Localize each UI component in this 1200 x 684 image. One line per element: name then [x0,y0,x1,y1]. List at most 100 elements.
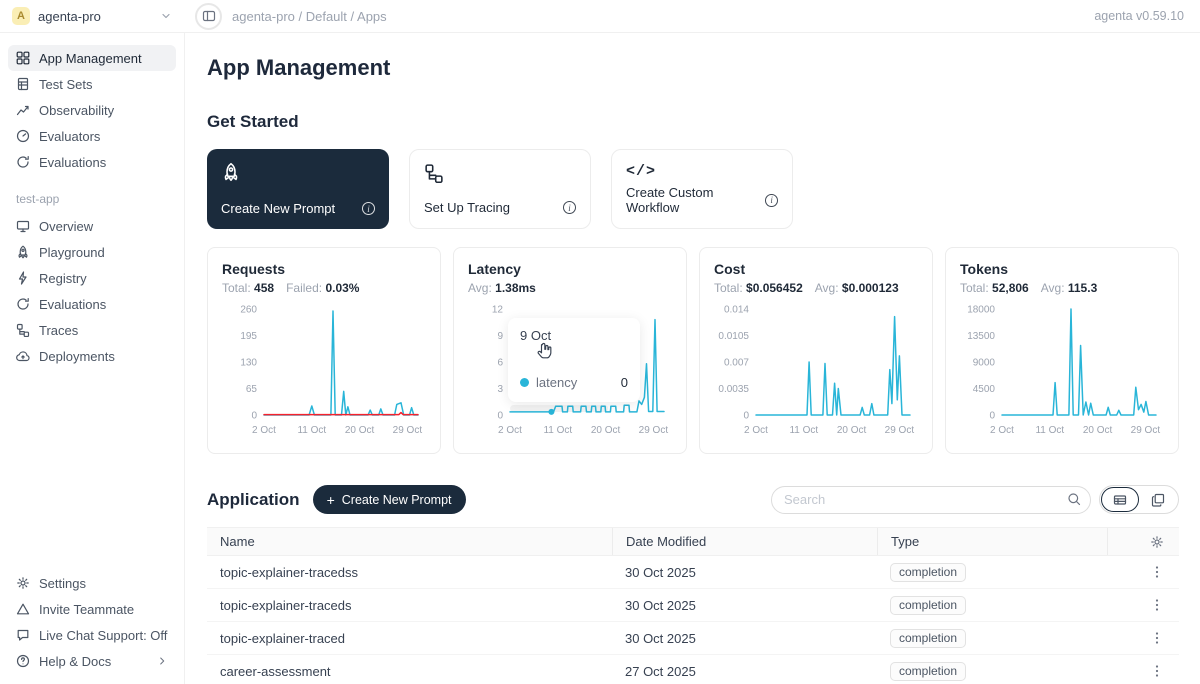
page-title: App Management [207,55,1179,81]
sidebar-item-test-sets[interactable]: Test Sets [8,71,176,97]
application-heading: Application [207,490,300,510]
create-new-prompt-button[interactable]: + Create New Prompt [313,485,466,514]
sidebar-item-live-chat-support-off[interactable]: Live Chat Support: Off [8,622,176,648]
stat-card-title: Requests [222,261,426,277]
svg-text:130: 130 [240,358,257,369]
main-content: App Management Get Started Create New Pr… [185,33,1200,684]
sidebar-item-registry[interactable]: Registry [8,265,176,291]
sidebar-item-invite-teammate[interactable]: Invite Teammate [8,596,176,622]
svg-text:9000: 9000 [973,358,996,369]
row-menu-button[interactable] [1148,629,1166,647]
svg-text:29 Oct: 29 Oct [1131,425,1161,436]
svg-text:65: 65 [246,384,258,395]
bolt-icon [16,271,30,285]
svg-text:29 Oct: 29 Oct [885,425,915,436]
refresh-icon [16,297,30,311]
sidebar-bottom-nav: SettingsInvite TeammateLive Chat Support… [8,570,176,674]
svg-text:2 Oct: 2 Oct [498,425,522,436]
app-version: agenta v0.59.10 [1094,9,1184,23]
gear-icon [1150,535,1164,549]
column-header-name[interactable]: Name [207,528,612,555]
sidebar-item-observability[interactable]: Observability [8,97,176,123]
get-started-create-new-prompt[interactable]: Create New Prompti [207,149,389,229]
tooltip-value: 0 [621,375,628,390]
tree-icon [424,163,576,183]
svg-text:20 Oct: 20 Oct [345,425,375,436]
tree-icon [16,323,30,337]
sidebar-toggle-button[interactable] [195,3,222,30]
sidebar-item-evaluators[interactable]: Evaluators [8,123,176,149]
stat-card-title: Latency [468,261,672,277]
row-menu-button[interactable] [1148,662,1166,680]
sidebar-item-playground[interactable]: Playground [8,239,176,265]
panel-left-icon [202,9,216,23]
rocket-icon [16,245,30,259]
table-view-icon [1113,493,1127,507]
row-menu-button[interactable] [1148,563,1166,581]
invite-icon [16,602,30,616]
table-row[interactable]: topic-explainer-traceds30 Oct 2025comple… [207,589,1179,622]
svg-text:29 Oct: 29 Oct [393,425,423,436]
svg-text:0: 0 [743,411,749,422]
svg-text:2 Oct: 2 Oct [744,425,768,436]
svg-text:20 Oct: 20 Oct [837,425,867,436]
app-name: career-assessment [207,664,612,679]
type-badge: completion [890,563,966,582]
sidebar-main-nav: App ManagementTest SetsObservabilityEval… [8,45,176,175]
refresh-icon [16,155,30,169]
gear-icon [16,576,30,590]
svg-text:18000: 18000 [967,305,995,316]
sidebar-item-help-docs[interactable]: Help & Docs [8,648,176,674]
search-box [771,486,1091,514]
app-date-modified: 30 Oct 2025 [612,631,877,646]
sidebar-project-label: test-app [16,192,176,206]
monitor-icon [16,219,30,233]
card-view-button[interactable] [1139,487,1177,512]
chart-tooltip: 9 Octlatency0 [508,318,640,402]
plus-icon: + [327,493,335,507]
workspace-selector[interactable]: A agenta-pro [0,7,185,25]
table-row[interactable]: career-assessment27 Oct 2025completion [207,655,1179,684]
get-started-create-custom-workflow[interactable]: </>Create Custom Workflowi [611,149,793,229]
svg-text:0.0035: 0.0035 [718,384,749,395]
get-started-heading: Get Started [207,112,1179,132]
stat-card-latency: LatencyAvg: 1.38ms0369122 Oct11 Oct20 Oc… [453,247,687,454]
svg-text:3: 3 [497,384,503,395]
applications-table: Name Date Modified Type topic-explainer-… [207,527,1179,684]
sidebar-item-traces[interactable]: Traces [8,317,176,343]
row-menu-button[interactable] [1148,596,1166,614]
type-badge: completion [890,629,966,648]
app-date-modified: 30 Oct 2025 [612,598,877,613]
svg-text:0: 0 [989,411,995,422]
table-row[interactable]: topic-explainer-traced30 Oct 2025complet… [207,622,1179,655]
sidebar-item-evaluations[interactable]: Evaluations [8,291,176,317]
sidebar-project-nav: OverviewPlaygroundRegistryEvaluationsTra… [8,213,176,369]
app-name: topic-explainer-traceds [207,598,612,613]
table-row[interactable]: topic-explainer-tracedss30 Oct 2025compl… [207,556,1179,589]
stat-card-title: Cost [714,261,918,277]
svg-text:11 Oct: 11 Oct [297,425,326,436]
svg-text:20 Oct: 20 Oct [591,425,621,436]
svg-text:11 Oct: 11 Oct [1035,425,1064,436]
sidebar-item-evaluations[interactable]: Evaluations [8,149,176,175]
sidebar-item-app-management[interactable]: App Management [8,45,176,71]
stat-card-cost: CostTotal: $0.056452Avg: $0.00012300.003… [699,247,933,454]
sidebar-item-settings[interactable]: Settings [8,570,176,596]
svg-text:260: 260 [240,305,257,316]
code-icon: </> [626,163,778,180]
column-header-type[interactable]: Type [877,528,1107,555]
breadcrumb[interactable]: agenta-pro / Default / Apps [232,9,387,24]
column-header-date-modified[interactable]: Date Modified [612,528,877,555]
table-view-button[interactable] [1101,487,1139,512]
table-settings-button[interactable] [1148,533,1166,551]
info-icon: i [362,202,375,215]
svg-text:12: 12 [492,305,504,316]
chat-icon [16,628,30,642]
sidebar-item-deployments[interactable]: Deployments [8,343,176,369]
sidebar-item-overview[interactable]: Overview [8,213,176,239]
top-bar: A agenta-pro agenta-pro / Default / Apps… [0,0,1200,33]
search-input[interactable] [771,486,1091,514]
series-dot [520,378,529,387]
get-started-set-up-tracing[interactable]: Set Up Tracingi [409,149,591,229]
workspace-name: agenta-pro [38,9,101,24]
